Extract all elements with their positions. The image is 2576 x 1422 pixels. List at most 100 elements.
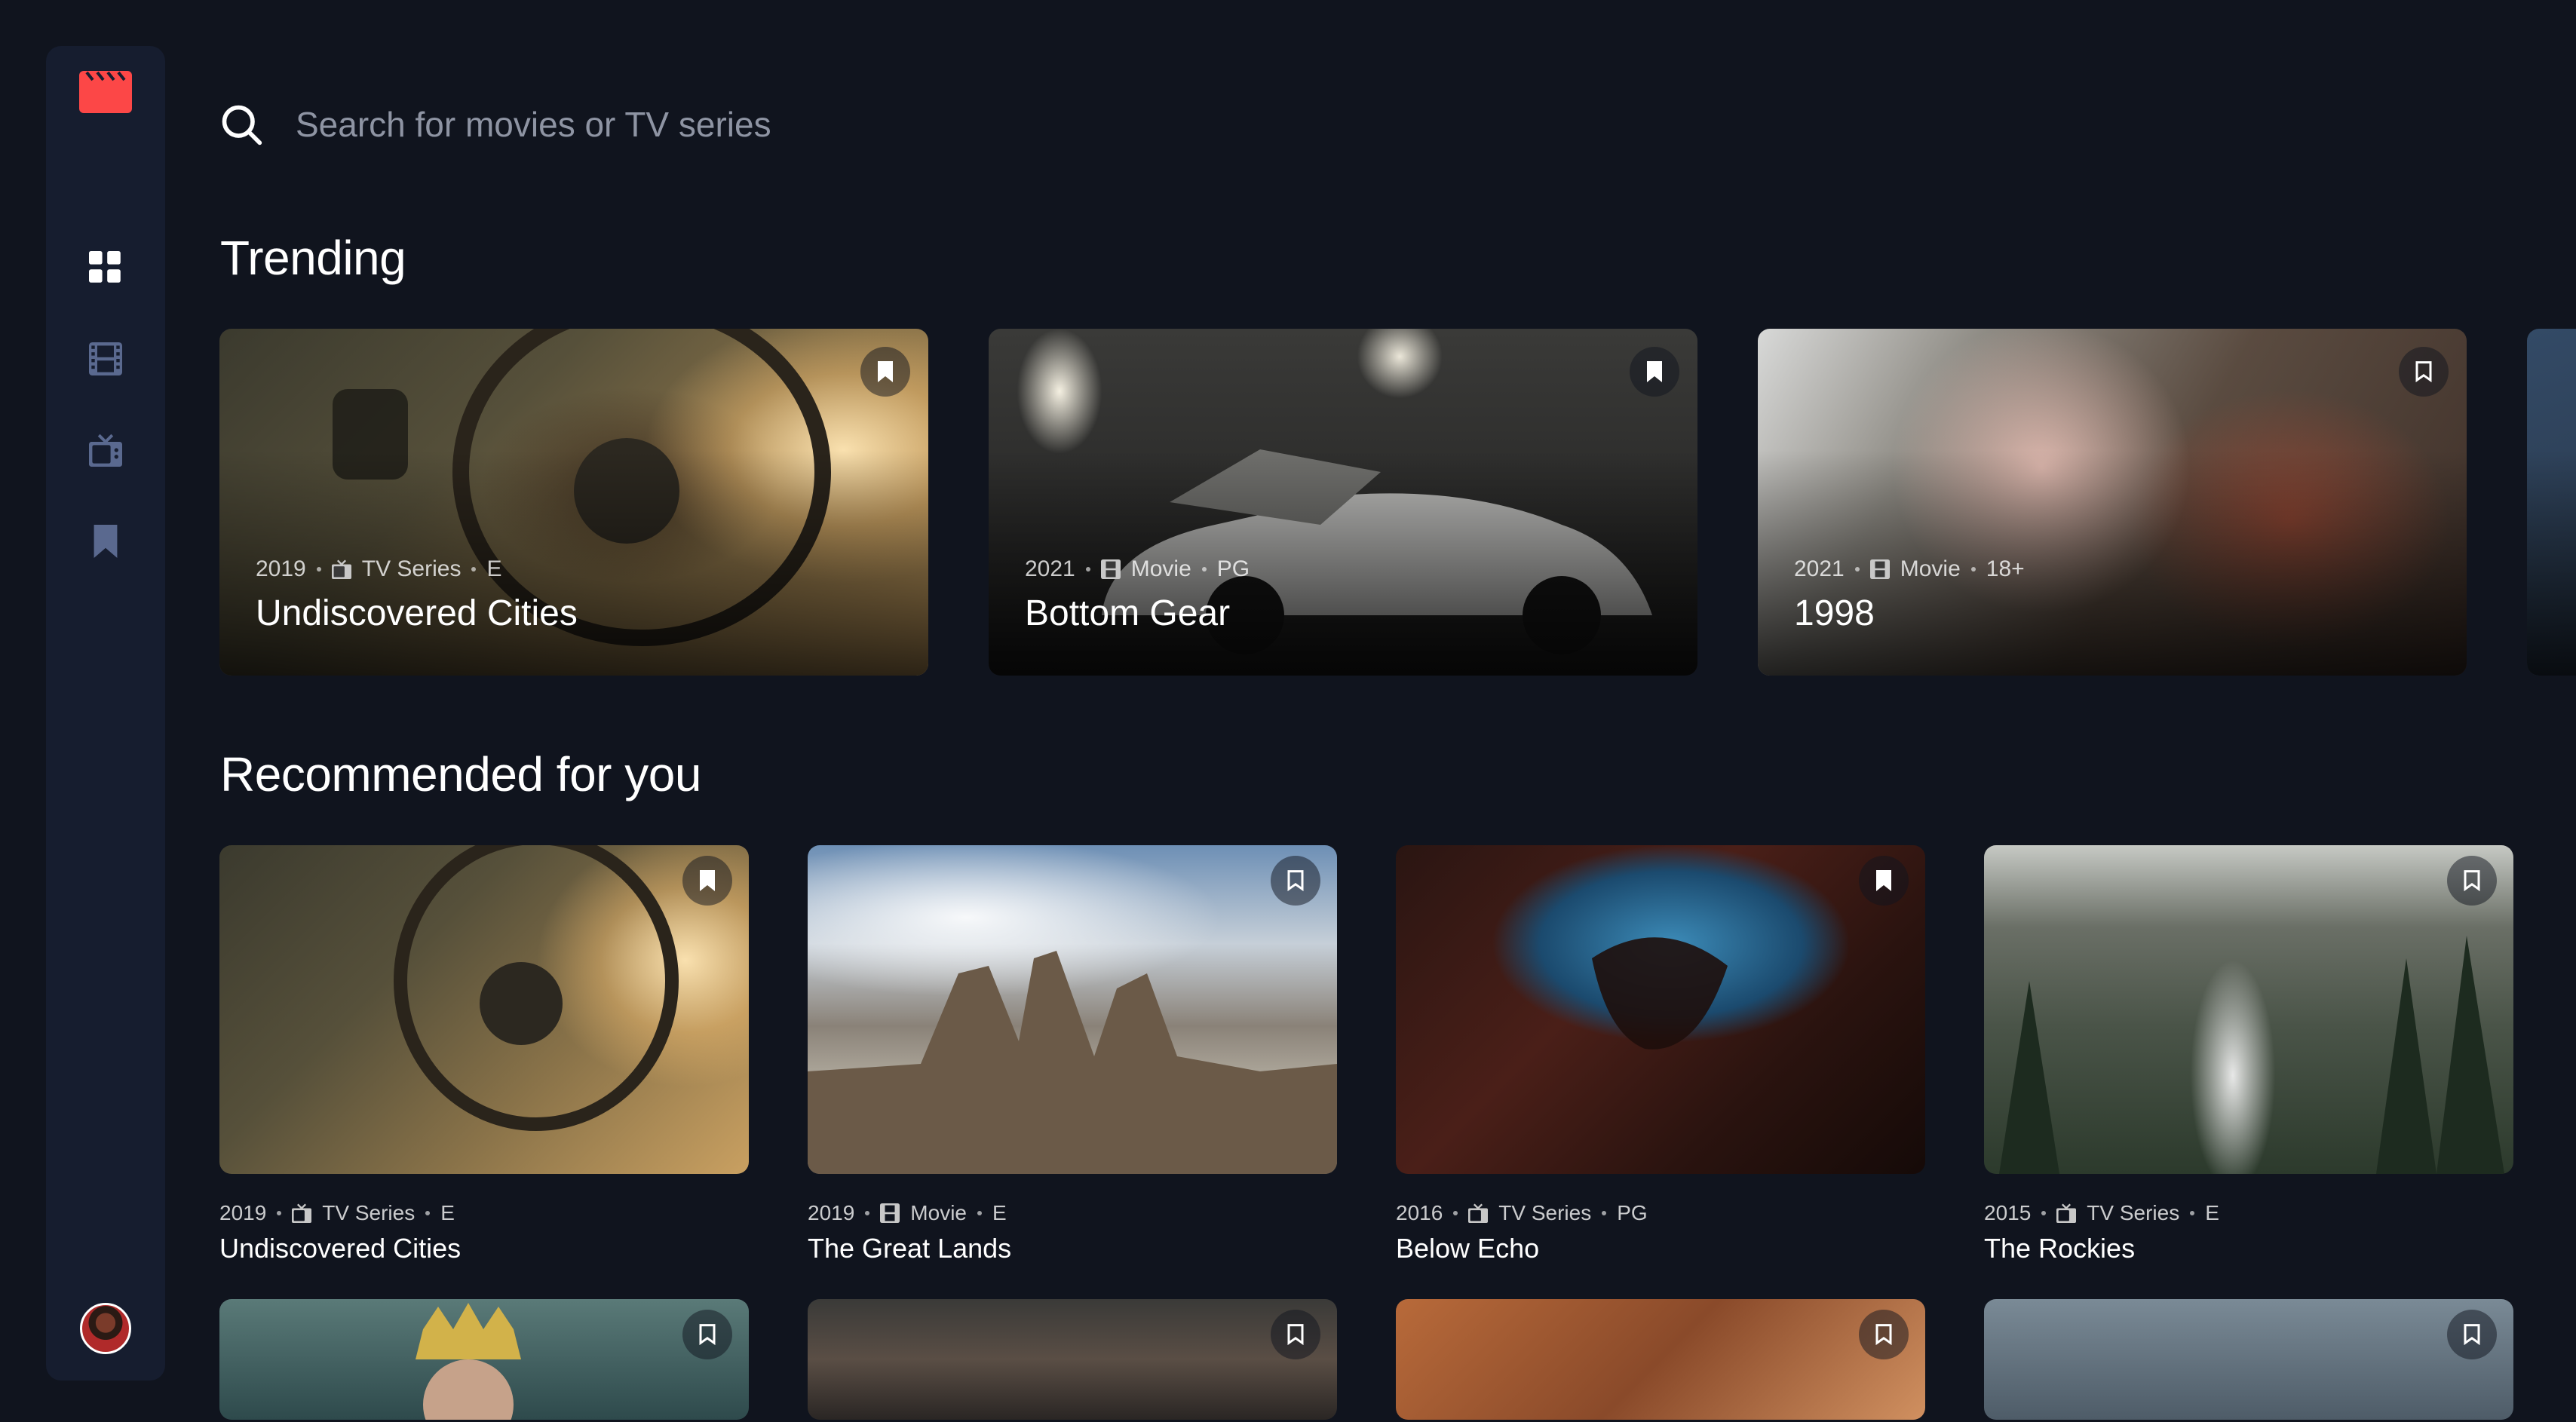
card-rating: PG	[1617, 1201, 1648, 1224]
recommended-card[interactable]: 2019 Movie E The Great Lands	[808, 845, 1337, 1264]
separator-dot	[316, 567, 321, 572]
nav-bookmarks[interactable]	[87, 523, 124, 560]
steering-wheel-image	[394, 845, 679, 1131]
nav-tv-series[interactable]	[87, 431, 124, 469]
separator-dot	[1453, 1211, 1458, 1215]
card-meta: 2021 Movie 18+	[1794, 556, 2025, 582]
card-thumbnail[interactable]	[808, 845, 1337, 1174]
bookmark-button[interactable]	[2399, 347, 2449, 397]
card-year: 2021	[1794, 556, 1845, 581]
card-category: TV Series	[2087, 1201, 2180, 1224]
grid-icon	[89, 251, 121, 283]
trending-card[interactable]: 2019 TV Series E Undiscovered Cities	[219, 329, 928, 676]
bookmark-button[interactable]	[860, 347, 910, 397]
bookmark-button[interactable]	[1271, 856, 1320, 906]
separator-dot	[277, 1211, 282, 1215]
recommended-card[interactable]	[219, 1299, 749, 1420]
card-meta: 2019 Movie E	[808, 1201, 1007, 1225]
tv-icon	[2056, 1203, 2077, 1223]
card-rating: E	[992, 1201, 1007, 1224]
bookmark-empty-icon	[2464, 870, 2480, 891]
recommended-card[interactable]: 2019 TV Series E Undiscovered Cities	[219, 845, 749, 1264]
separator-dot	[1201, 567, 1207, 572]
film-icon	[880, 1203, 900, 1223]
bookmark-empty-icon	[2464, 1324, 2480, 1345]
tv-icon	[331, 559, 351, 579]
sidebar	[46, 46, 165, 1381]
trending-card[interactable]: 2021 Movie 18+ 1998	[1758, 329, 2467, 676]
recommended-heading: Recommended for you	[220, 747, 701, 801]
tv-icon	[89, 434, 122, 467]
avatar[interactable]	[80, 1303, 131, 1354]
app-root: Trending 2019 TV Series E Undiscovered C…	[0, 0, 2576, 1422]
card-title: 1998	[1794, 593, 1875, 633]
search-input[interactable]	[296, 98, 1576, 151]
bookmark-icon	[94, 525, 118, 558]
card-year: 2016	[1396, 1201, 1443, 1224]
card-year: 2021	[1025, 556, 1075, 581]
card-title: Below Echo	[1396, 1233, 1540, 1264]
card-meta: 2016 TV Series PG	[1396, 1201, 1648, 1225]
card-rating: 18+	[1986, 556, 2025, 581]
recommended-card[interactable]	[1396, 1299, 1925, 1420]
bookmark-button[interactable]	[682, 856, 732, 906]
recommended-card[interactable]	[808, 1299, 1337, 1420]
tv-icon	[292, 1203, 312, 1223]
bookmark-empty-icon	[699, 1324, 716, 1345]
bookmark-icon	[700, 870, 715, 891]
separator-dot	[425, 1211, 431, 1215]
film-icon	[1869, 559, 1890, 579]
recommended-card[interactable]	[1984, 1299, 2513, 1420]
recommended-card[interactable]: 2015 TV Series E The Rockies	[1984, 845, 2513, 1264]
card-year: 2019	[256, 556, 306, 581]
card-meta: 2019 TV Series E	[256, 556, 501, 582]
bookmark-button[interactable]	[2447, 856, 2497, 906]
card-year: 2019	[808, 1201, 855, 1224]
card-category: Movie	[910, 1201, 967, 1224]
trending-carousel[interactable]: 2019 TV Series E Undiscovered Cities 202…	[219, 329, 2576, 676]
film-icon	[89, 342, 122, 375]
bookmark-button[interactable]	[1859, 856, 1909, 906]
card-title: The Rockies	[1984, 1233, 2136, 1264]
card-category: TV Series	[322, 1201, 416, 1224]
card-thumbnail[interactable]	[1396, 845, 1925, 1174]
bookmark-button[interactable]	[2447, 1310, 2497, 1359]
tv-icon	[1468, 1203, 1489, 1223]
recommended-card[interactable]: 2016 TV Series PG Below Echo	[1396, 845, 1925, 1264]
card-rating: E	[440, 1201, 455, 1224]
card-category: TV Series	[1498, 1201, 1592, 1224]
nav-movies[interactable]	[87, 340, 124, 378]
bookmark-button[interactable]	[682, 1310, 732, 1359]
separator-dot	[471, 567, 477, 572]
bookmark-icon	[878, 361, 893, 382]
nav-home[interactable]	[87, 249, 124, 287]
separator-dot	[1854, 567, 1860, 572]
card-meta: 2015 TV Series E	[1984, 1201, 2219, 1225]
trending-heading: Trending	[220, 231, 406, 285]
card-meta: 2019 TV Series E	[219, 1201, 455, 1225]
bookmark-button[interactable]	[1859, 1310, 1909, 1359]
card-meta: 2021 Movie PG	[1025, 556, 1250, 582]
bookmark-empty-icon	[2415, 361, 2432, 382]
separator-dot	[2041, 1211, 2047, 1215]
card-title: Undiscovered Cities	[219, 1233, 462, 1264]
card-rating: E	[2205, 1201, 2219, 1224]
card-thumbnail[interactable]	[1984, 845, 2513, 1174]
bookmark-empty-icon	[1875, 1324, 1892, 1345]
trending-card[interactable]: 2021 Movie PG Bottom Gear	[989, 329, 1697, 676]
logo-icon[interactable]	[79, 71, 132, 113]
separator-dot	[977, 1211, 982, 1215]
bookmark-button[interactable]	[1630, 347, 1679, 397]
separator-dot	[1085, 567, 1090, 572]
card-year: 2019	[219, 1201, 267, 1224]
canyon-image	[1592, 937, 1728, 1050]
card-gradient	[2527, 329, 2576, 676]
card-thumbnail[interactable]	[219, 845, 749, 1174]
separator-dot	[2190, 1211, 2195, 1215]
separator-dot	[865, 1211, 870, 1215]
bookmark-button[interactable]	[1271, 1310, 1320, 1359]
trending-card[interactable]	[2527, 329, 2576, 676]
card-title: The Great Lands	[808, 1233, 1012, 1264]
card-category: Movie	[1900, 556, 1961, 581]
card-category: TV Series	[361, 556, 462, 581]
